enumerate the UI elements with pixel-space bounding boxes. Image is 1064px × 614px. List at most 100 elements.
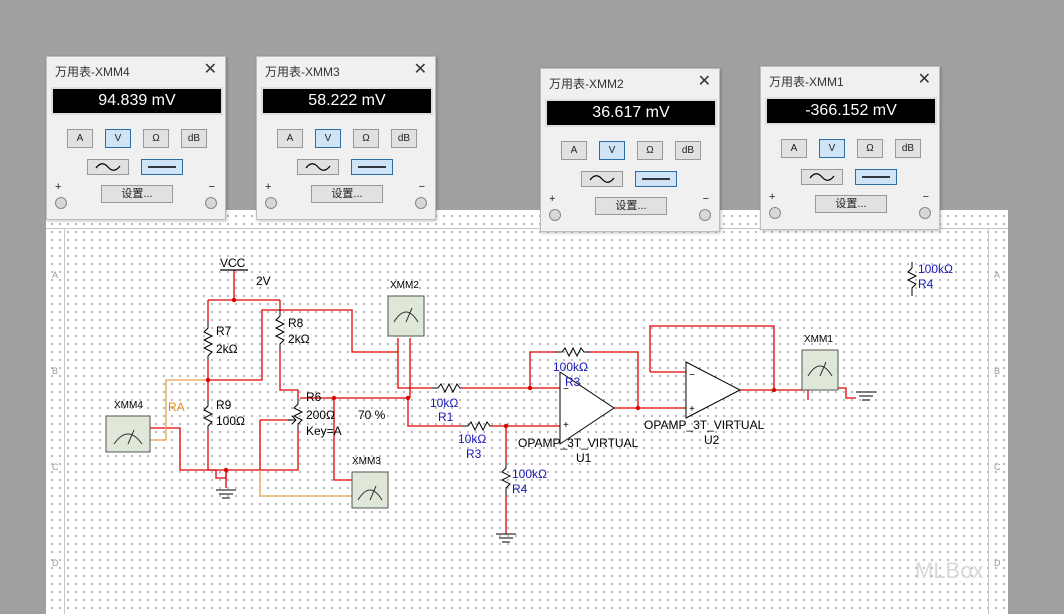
r6-value: 200Ω bbox=[306, 408, 335, 422]
db-button[interactable]: dB bbox=[675, 141, 701, 160]
control-panel: A V Ω dB + − 设置... bbox=[765, 131, 935, 223]
close-icon[interactable]: ✕ bbox=[414, 59, 427, 79]
multimeter-window-xmm3[interactable]: 万用表-XMM3 ✕ 58.222 mV A V Ω dB + − 设置... bbox=[256, 56, 436, 220]
dc-line-icon bbox=[642, 178, 670, 180]
amps-button[interactable]: A bbox=[67, 129, 93, 148]
volts-button[interactable]: V bbox=[105, 129, 131, 148]
ohms-button[interactable]: Ω bbox=[637, 141, 663, 160]
r6-key: Key=A bbox=[306, 424, 342, 438]
plus-terminal-label: + bbox=[265, 181, 272, 193]
ac-button[interactable] bbox=[297, 159, 339, 175]
r7-label: R7 bbox=[216, 324, 232, 338]
ra-label: RA bbox=[168, 400, 185, 414]
dc-line-icon bbox=[862, 176, 890, 178]
dc-line-icon bbox=[358, 166, 386, 168]
ac-button[interactable] bbox=[87, 159, 129, 175]
settings-button[interactable]: 设置... bbox=[815, 195, 887, 213]
minus-terminal-label: − bbox=[922, 191, 929, 203]
db-button[interactable]: dB bbox=[181, 129, 207, 148]
dc-line-icon bbox=[148, 166, 176, 168]
plus-terminal-label: + bbox=[55, 181, 62, 193]
window-title: 万用表-XMM3 bbox=[265, 65, 340, 79]
minus-jack[interactable] bbox=[699, 209, 711, 221]
r1-value: 10kΩ bbox=[430, 396, 459, 410]
ohms-button[interactable]: Ω bbox=[353, 129, 379, 148]
ac-wave-icon bbox=[809, 173, 835, 181]
settings-button[interactable]: 设置... bbox=[311, 185, 383, 203]
volts-button[interactable]: V bbox=[315, 129, 341, 148]
window-title: 万用表-XMM1 bbox=[769, 75, 844, 89]
u1-type: OPAMP_3T_VIRTUAL bbox=[518, 436, 639, 450]
db-button[interactable]: dB bbox=[895, 139, 921, 158]
dc-button[interactable] bbox=[141, 159, 183, 175]
db-button[interactable]: dB bbox=[391, 129, 417, 148]
reading-display: 58.222 mV bbox=[261, 87, 433, 115]
volts-button[interactable]: V bbox=[819, 139, 845, 158]
minus-jack[interactable] bbox=[205, 197, 217, 209]
reading-display: 94.839 mV bbox=[51, 87, 223, 115]
r8-value: 2kΩ bbox=[288, 332, 310, 346]
close-icon[interactable]: ✕ bbox=[204, 59, 217, 79]
minus-terminal-label: − bbox=[702, 193, 709, 205]
window-title: 万用表-XMM4 bbox=[55, 65, 130, 79]
volts-button[interactable]: V bbox=[599, 141, 625, 160]
dc-button[interactable] bbox=[855, 169, 897, 185]
ac-wave-icon bbox=[95, 163, 121, 171]
dc-button[interactable] bbox=[635, 171, 677, 187]
ohms-button[interactable]: Ω bbox=[143, 129, 169, 148]
plus-jack[interactable] bbox=[265, 197, 277, 209]
xmm2-label: XMM2 bbox=[390, 280, 419, 291]
plus-terminal-label: + bbox=[769, 191, 776, 203]
minus-jack[interactable] bbox=[415, 197, 427, 209]
r6-label: R6 bbox=[306, 390, 322, 404]
svg-text:+: + bbox=[563, 420, 569, 431]
r3a-value: 10kΩ bbox=[458, 432, 487, 446]
amps-button[interactable]: A bbox=[781, 139, 807, 158]
plus-jack[interactable] bbox=[549, 209, 561, 221]
plus-jack[interactable] bbox=[769, 207, 781, 219]
r7-value: 2kΩ bbox=[216, 342, 238, 356]
settings-button[interactable]: 设置... bbox=[595, 197, 667, 215]
amps-button[interactable]: A bbox=[561, 141, 587, 160]
multimeter-window-xmm2[interactable]: 万用表-XMM2 ✕ 36.617 mV A V Ω dB + − 设置... bbox=[540, 68, 720, 232]
minus-jack[interactable] bbox=[919, 207, 931, 219]
r4a-label: R4 bbox=[512, 482, 528, 496]
xmm4-label: XMM4 bbox=[114, 400, 143, 411]
r4a-value: 100kΩ bbox=[512, 467, 547, 481]
control-panel: A V Ω dB + − 设置... bbox=[51, 121, 221, 213]
r9-value: 100Ω bbox=[216, 414, 245, 428]
r3b-value: 100kΩ bbox=[553, 360, 588, 374]
ac-button[interactable] bbox=[801, 169, 843, 185]
r4b-label: R4 bbox=[918, 277, 934, 291]
control-panel: A V Ω dB + − 设置... bbox=[545, 133, 715, 225]
reading-display: 36.617 mV bbox=[545, 99, 717, 127]
settings-button[interactable]: 设置... bbox=[101, 185, 173, 203]
r4b-value: 100kΩ bbox=[918, 262, 953, 276]
dc-button[interactable] bbox=[351, 159, 393, 175]
vcc-value: 2V bbox=[256, 274, 271, 288]
r8-label: R8 bbox=[288, 316, 304, 330]
reading-display: -366.152 mV bbox=[765, 97, 937, 125]
amps-button[interactable]: A bbox=[277, 129, 303, 148]
svg-text:−: − bbox=[689, 370, 695, 381]
plus-terminal-label: + bbox=[549, 193, 556, 205]
xmm3-label: XMM3 bbox=[352, 456, 381, 467]
r3b-label: R3 bbox=[565, 375, 581, 389]
u1-label: U1 bbox=[576, 451, 592, 465]
close-icon[interactable]: ✕ bbox=[918, 69, 931, 89]
close-icon[interactable]: ✕ bbox=[698, 71, 711, 91]
ohms-button[interactable]: Ω bbox=[857, 139, 883, 158]
multimeter-window-xmm4[interactable]: 万用表-XMM4 ✕ 94.839 mV A V Ω dB + − 设置... bbox=[46, 56, 226, 220]
r1-label: R1 bbox=[438, 410, 454, 424]
svg-text:+: + bbox=[689, 404, 695, 415]
multimeter-window-xmm1[interactable]: 万用表-XMM1 ✕ -366.152 mV A V Ω dB + − 设置..… bbox=[760, 66, 940, 230]
ac-wave-icon bbox=[305, 163, 331, 171]
ac-button[interactable] bbox=[581, 171, 623, 187]
minus-terminal-label: − bbox=[208, 181, 215, 193]
plus-jack[interactable] bbox=[55, 197, 67, 209]
ac-wave-icon bbox=[589, 175, 615, 183]
r6-percent: 70 % bbox=[358, 408, 386, 422]
xmm1-label: XMM1 bbox=[804, 334, 833, 345]
vcc-label: VCC bbox=[220, 256, 246, 270]
window-title: 万用表-XMM2 bbox=[549, 77, 624, 91]
